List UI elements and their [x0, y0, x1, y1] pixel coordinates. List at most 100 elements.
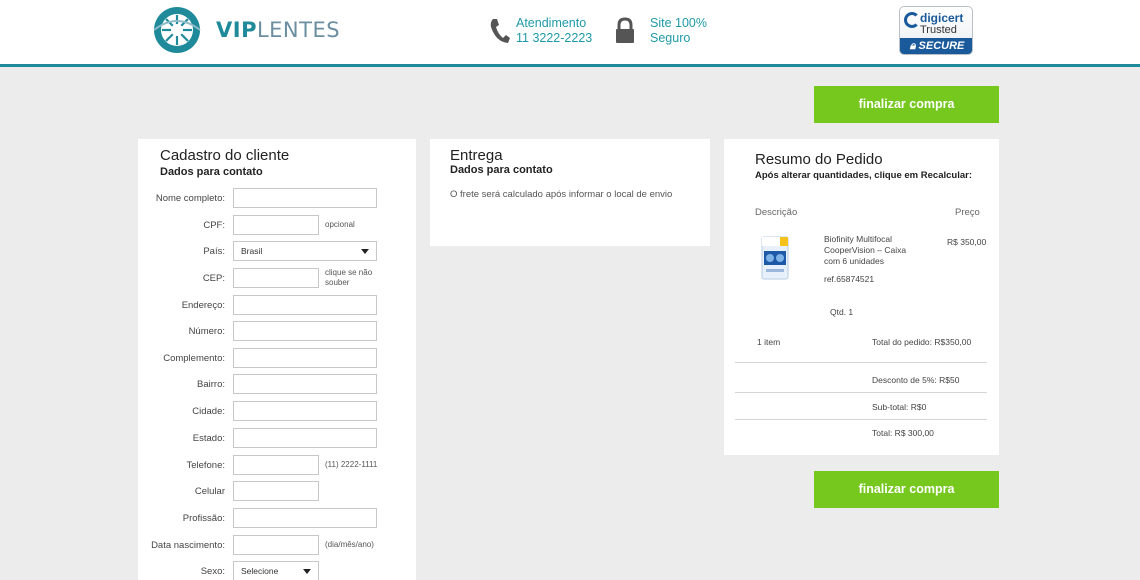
form-row-cep: CEP: clique se não souber [138, 268, 372, 288]
estado-label: Estado: [192, 432, 225, 444]
digicert-secure-label: SECURE [918, 40, 965, 52]
telefone-label: Telefone: [186, 459, 225, 471]
resumo-title: Resumo do Pedido [755, 151, 883, 168]
product-image[interactable] [758, 233, 792, 283]
form-row-nome: Nome completo: [138, 188, 377, 208]
col-descricao: Descrição [755, 207, 798, 218]
entrega-frete-text: O frete será calculado após informar o l… [450, 189, 673, 200]
atendimento-contact: Atendimento 11 3222-2223 [488, 16, 592, 46]
nascimento-input[interactable] [233, 535, 319, 555]
summary-divider [735, 362, 987, 363]
nascimento-note: (dia/mês/ano) [325, 540, 374, 549]
profissao-label: Profissão: [182, 512, 225, 524]
form-row-cidade: Cidade: [138, 401, 377, 421]
celular-label: Celular [194, 485, 225, 497]
resumo-subtitle: Após alterar quantidades, clique em Reca… [755, 170, 972, 181]
cidade-label: Cidade: [192, 405, 225, 417]
cep-help-line1: clique se não [325, 268, 373, 277]
form-row-pais: País: Brasil [138, 241, 377, 261]
site-seguro: Site 100% Seguro [614, 16, 707, 46]
cpf-note: opcional [325, 220, 355, 229]
numero-label: Número: [188, 325, 225, 337]
seguro-line2: Seguro [650, 31, 691, 45]
col-preco: Preço [955, 207, 980, 218]
profissao-input[interactable] [233, 508, 377, 528]
form-row-profissao: Profissão: [138, 508, 377, 528]
digicert-trust-seal[interactable]: digicert Trusted 🔒︎ SECURE [899, 6, 973, 55]
product-price: R$ 350,00 [947, 237, 987, 247]
complemento-input[interactable] [233, 348, 377, 368]
eye-logo-icon [153, 7, 201, 53]
cep-help-link[interactable]: clique se não souber [325, 268, 372, 288]
endereco-input[interactable] [233, 295, 377, 315]
viplentes-logo[interactable]: VIPLENTES [148, 6, 340, 54]
chevron-down-icon [361, 248, 369, 254]
cpf-label: CPF: [203, 219, 225, 231]
telefone-note: (11) 2222-1111 [325, 460, 378, 469]
sexo-select[interactable]: Selecione [233, 561, 319, 580]
sexo-label: Sexo: [200, 565, 225, 577]
product-name[interactable]: Biofinity Multifocal CooperVision – Caix… [824, 234, 920, 267]
atendimento-label: Atendimento [516, 16, 587, 30]
summary-divider [735, 392, 987, 393]
estado-input[interactable] [233, 428, 377, 448]
resumo-pedido-panel: Resumo do Pedido Após alterar quantidade… [724, 139, 999, 455]
cliente-subtitle: Dados para contato [160, 166, 263, 178]
form-row-cpf: CPF: opcional [138, 215, 355, 235]
entrega-subtitle: Dados para contato [450, 164, 553, 176]
form-row-numero: Número: [138, 321, 377, 341]
form-row-complemento: Complemento: [138, 348, 377, 368]
cidade-input[interactable] [233, 401, 377, 421]
finalizar-compra-button-bottom[interactable]: finalizar compra [814, 471, 999, 508]
logo-lentes: LENTES [256, 17, 341, 42]
bairro-input[interactable] [233, 374, 377, 394]
digicert-ring-icon [904, 12, 920, 28]
nascimento-label: Data nascimento: [151, 539, 225, 551]
total-line: Total: R$ 300,00 [872, 428, 934, 438]
digicert-secure: 🔒︎ SECURE [900, 38, 972, 54]
product-quantity[interactable]: Qtd. 1 [830, 307, 853, 317]
logo-vip: VIP [216, 17, 257, 42]
form-row-sexo: Sexo: Selecione [138, 561, 319, 580]
telefone-input[interactable] [233, 455, 319, 475]
pais-select[interactable]: Brasil [233, 241, 377, 261]
subtotal-line: Sub-total: R$0 [872, 402, 927, 412]
digicert-brand: digicert [920, 11, 964, 25]
form-row-bairro: Bairro: [138, 374, 377, 394]
product-ref: ref.65874521 [824, 274, 875, 284]
form-row-nascimento: Data nascimento: (dia/mês/ano) [138, 535, 374, 555]
entrega-title: Entrega [450, 147, 503, 164]
nome-input[interactable] [233, 188, 377, 208]
form-row-estado: Estado: [138, 428, 377, 448]
cep-input[interactable] [233, 268, 319, 288]
entrega-panel: Entrega Dados para contato O frete será … [430, 139, 710, 246]
bairro-label: Bairro: [197, 378, 225, 390]
pais-label: País: [203, 245, 225, 257]
padlock-icon: 🔒︎ [909, 40, 916, 52]
cep-label: CEP: [202, 272, 225, 284]
endereco-label: Endereço: [181, 299, 225, 311]
finalizar-compra-button-top[interactable]: finalizar compra [814, 86, 999, 123]
atendimento-phone[interactable]: 11 3222-2223 [516, 31, 592, 46]
items-count: 1 item [757, 337, 781, 347]
cep-help-line2: souber [325, 278, 350, 287]
pais-value: Brasil [241, 246, 263, 256]
chevron-down-icon [303, 568, 311, 574]
site-header: VIPLENTES Atendimento 11 3222-2223 Site … [0, 0, 1140, 67]
form-row-endereco: Endereço: [138, 295, 377, 315]
complemento-label: Complemento: [163, 352, 225, 364]
digicert-trusted: Trusted [920, 24, 957, 36]
logo-text: VIPLENTES [216, 17, 341, 42]
summary-divider [735, 419, 987, 420]
lock-icon [616, 17, 634, 43]
numero-input[interactable] [233, 321, 377, 341]
desconto-line: Desconto de 5%: R$50 [872, 375, 960, 385]
celular-input[interactable] [233, 481, 319, 501]
cadastro-cliente-panel: Cadastro do cliente Dados para contato N… [138, 139, 416, 580]
form-row-celular: Celular [138, 481, 319, 501]
seguro-line1: Site 100% [650, 16, 707, 30]
cliente-title: Cadastro do cliente [160, 147, 290, 164]
nome-label: Nome completo: [155, 192, 225, 204]
sexo-value: Selecione [241, 566, 279, 576]
cpf-input[interactable] [233, 215, 319, 235]
